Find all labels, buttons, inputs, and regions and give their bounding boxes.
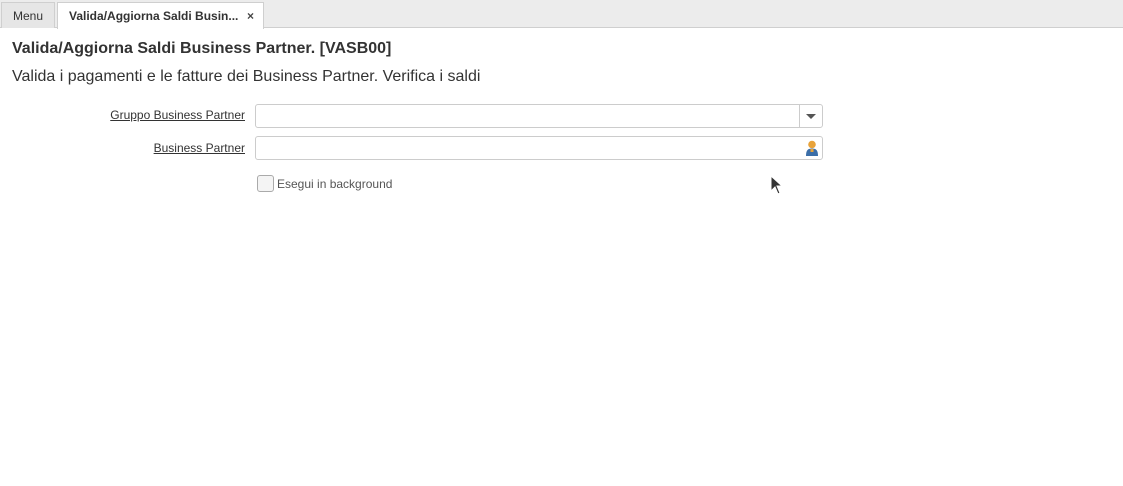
bp-group-label[interactable]: Gruppo Business Partner [110,108,245,122]
mouse-cursor-icon [770,175,784,195]
tab-menu[interactable]: Menu [1,2,55,28]
page-description: Valida i pagamenti e le fatture dei Busi… [12,68,481,85]
chevron-down-icon[interactable] [799,105,822,127]
background-checkbox-label[interactable]: Esegui in background [277,177,392,191]
tab-menu-label: Menu [12,9,44,23]
background-checkbox[interactable] [257,175,274,192]
person-icon[interactable] [805,140,819,156]
page-title: Valida/Aggiorna Saldi Business Partner. … [12,40,392,57]
tab-validate-balances-label: Valida/Aggiorna Saldi Busin... [69,9,239,23]
bp-field[interactable] [255,136,823,160]
tab-bar: Menu Valida/Aggiorna Saldi Busin... × [0,0,1123,29]
tab-validate-balances[interactable]: Valida/Aggiorna Saldi Busin... × [57,2,264,29]
bp-label[interactable]: Business Partner [154,141,245,155]
bp-group-field[interactable] [255,104,823,128]
close-icon[interactable]: × [247,3,254,29]
